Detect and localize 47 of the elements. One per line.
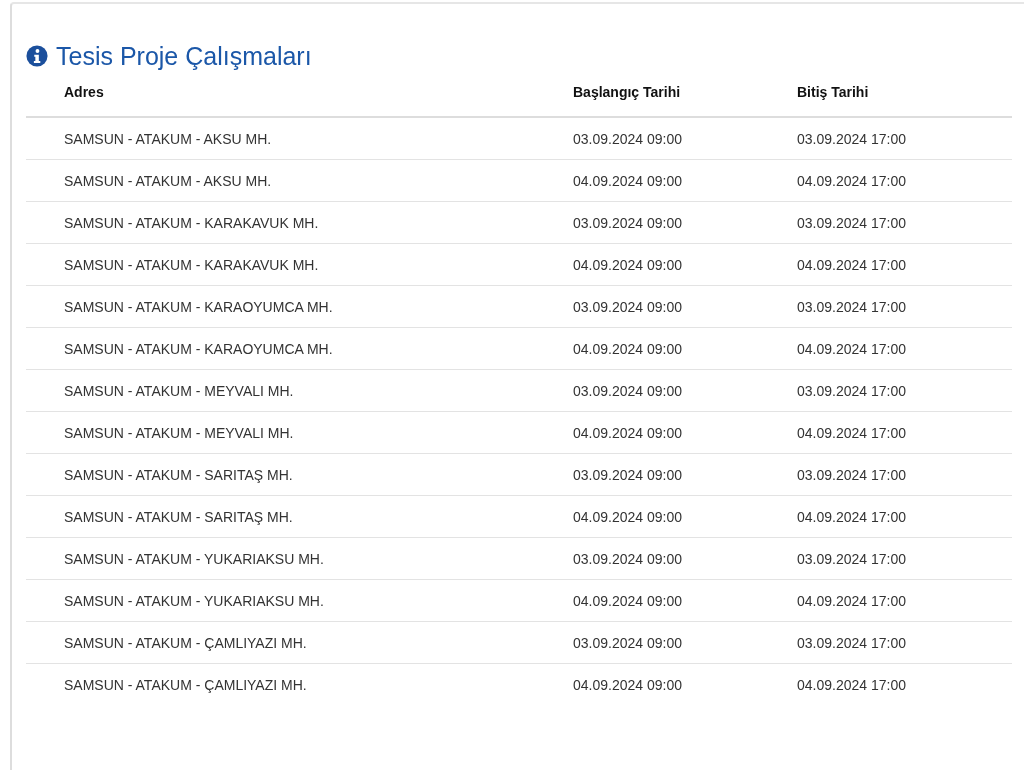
table-cell: 04.09.2024 09:00 bbox=[573, 327, 797, 370]
table-cell: 03.09.2024 09:00 bbox=[573, 537, 797, 580]
table-cell: 03.09.2024 09:00 bbox=[573, 117, 797, 160]
table-cell: 03.09.2024 09:00 bbox=[573, 453, 797, 496]
table-cell: 04.09.2024 09:00 bbox=[573, 411, 797, 454]
table-cell: SAMSUN - ATAKUM - MEYVALI MH. bbox=[26, 369, 573, 412]
table-cell: 03.09.2024 09:00 bbox=[573, 201, 797, 244]
table-cell: SAMSUN - ATAKUM - KARAOYUMCA MH. bbox=[26, 327, 573, 370]
table-cell: SAMSUN - ATAKUM - KARAKAVUK MH. bbox=[26, 243, 573, 286]
table-cell: SAMSUN - ATAKUM - KARAOYUMCA MH. bbox=[26, 285, 573, 328]
column-header: Adres bbox=[26, 80, 573, 117]
table-cell: 04.09.2024 09:00 bbox=[573, 663, 797, 705]
table-cell: 04.09.2024 17:00 bbox=[797, 495, 1012, 538]
panel-title: Tesis Proje Çalışmaları bbox=[56, 41, 312, 71]
table-cell: SAMSUN - ATAKUM - YUKARIAKSU MH. bbox=[26, 537, 573, 580]
table-cell: 04.09.2024 09:00 bbox=[573, 159, 797, 202]
table-cell: 03.09.2024 17:00 bbox=[797, 201, 1012, 244]
table-cell: 03.09.2024 17:00 bbox=[797, 537, 1012, 580]
table-cell: SAMSUN - ATAKUM - AKSU MH. bbox=[26, 159, 573, 202]
table-cell: 04.09.2024 17:00 bbox=[797, 579, 1012, 622]
table-cell: SAMSUN - ATAKUM - AKSU MH. bbox=[26, 117, 573, 160]
table-cell: 04.09.2024 17:00 bbox=[797, 663, 1012, 705]
table-cell: 03.09.2024 09:00 bbox=[573, 621, 797, 664]
table-cell: 04.09.2024 17:00 bbox=[797, 411, 1012, 454]
table-cell: 04.09.2024 17:00 bbox=[797, 327, 1012, 370]
table-cell: SAMSUN - ATAKUM - ÇAMLIYAZI MH. bbox=[26, 663, 573, 705]
table-cell: 04.09.2024 17:00 bbox=[797, 243, 1012, 286]
table-cell: 04.09.2024 09:00 bbox=[573, 243, 797, 286]
info-icon bbox=[26, 45, 48, 67]
table-cell: 04.09.2024 17:00 bbox=[797, 159, 1012, 202]
table-cell: SAMSUN - ATAKUM - SARITAŞ MH. bbox=[26, 453, 573, 496]
table-cell: SAMSUN - ATAKUM - KARAKAVUK MH. bbox=[26, 201, 573, 244]
table-cell: 03.09.2024 17:00 bbox=[797, 117, 1012, 160]
table-cell: SAMSUN - ATAKUM - YUKARIAKSU MH. bbox=[26, 579, 573, 622]
table-cell: 03.09.2024 09:00 bbox=[573, 285, 797, 328]
table-cell: SAMSUN - ATAKUM - MEYVALI MH. bbox=[26, 411, 573, 454]
table-cell: SAMSUN - ATAKUM - ÇAMLIYAZI MH. bbox=[26, 621, 573, 664]
table-cell: 03.09.2024 17:00 bbox=[797, 369, 1012, 412]
table-cell: 04.09.2024 09:00 bbox=[573, 579, 797, 622]
table-cell: 03.09.2024 09:00 bbox=[573, 369, 797, 412]
table-cell: 03.09.2024 17:00 bbox=[797, 621, 1012, 664]
column-header: Bitiş Tarihi bbox=[797, 80, 1012, 117]
table-cell: 03.09.2024 17:00 bbox=[797, 453, 1012, 496]
table-cell: 04.09.2024 09:00 bbox=[573, 495, 797, 538]
table-cell: 03.09.2024 17:00 bbox=[797, 285, 1012, 328]
column-header: Başlangıç Tarihi bbox=[573, 80, 797, 117]
table-cell: SAMSUN - ATAKUM - SARITAŞ MH. bbox=[26, 495, 573, 538]
